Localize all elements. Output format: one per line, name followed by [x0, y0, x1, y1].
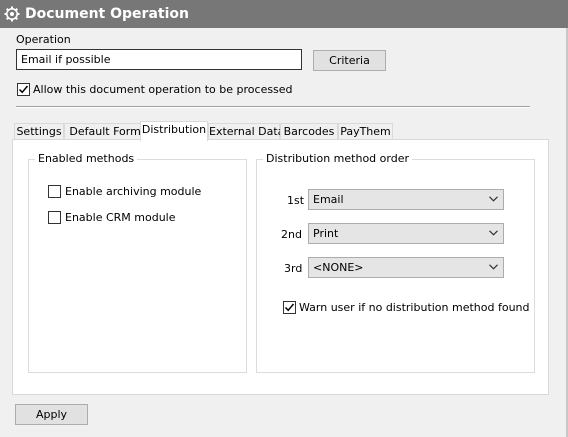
- archiving-checkbox[interactable]: [48, 185, 61, 198]
- method-3-value: <NONE>: [313, 261, 364, 274]
- enabled-methods-title: Enabled methods: [35, 152, 138, 166]
- title-bar: Document Operation: [0, 0, 568, 28]
- ordinal-1st: 1st: [287, 194, 305, 207]
- criteria-button[interactable]: Criteria: [313, 50, 386, 71]
- warn-user-checkbox[interactable]: [283, 301, 296, 314]
- allow-processing-checkbox[interactable]: [17, 83, 30, 96]
- method-1-value: Email: [313, 193, 344, 206]
- method-2-select[interactable]: Print: [308, 223, 504, 244]
- distribution-order-title: Distribution method order: [263, 152, 412, 166]
- chevron-down-icon: [489, 196, 498, 202]
- method-1-select[interactable]: Email: [308, 189, 504, 210]
- ordinal-3rd: 3rd: [284, 262, 303, 275]
- checkmark-icon: [284, 303, 295, 312]
- warn-user-label: Warn user if no distribution method foun…: [299, 301, 530, 314]
- chevron-down-icon: [489, 264, 498, 270]
- operation-field[interactable]: Email if possible: [16, 49, 302, 70]
- operation-label: Operation: [16, 33, 71, 46]
- tab-external-data[interactable]: External Data: [208, 123, 284, 140]
- enabled-methods-group: Enabled methods Enable archiving module …: [28, 152, 247, 373]
- checkmark-icon: [18, 85, 29, 94]
- gear-icon: [4, 6, 20, 22]
- ordinal-2nd: 2nd: [281, 228, 302, 241]
- window-title: Document Operation: [25, 6, 189, 22]
- archiving-label: Enable archiving module: [65, 185, 202, 198]
- tab-distribution[interactable]: Distribution: [140, 121, 208, 141]
- distribution-panel: Enabled methods Enable archiving module …: [12, 139, 549, 395]
- tab-paythem[interactable]: PayThem: [338, 123, 393, 140]
- apply-button[interactable]: Apply: [15, 404, 88, 425]
- tab-settings[interactable]: Settings: [14, 123, 64, 140]
- tab-barcodes[interactable]: Barcodes: [280, 123, 338, 140]
- crm-label: Enable CRM module: [65, 211, 176, 224]
- crm-checkbox[interactable]: [48, 211, 61, 224]
- method-3-select[interactable]: <NONE>: [308, 257, 504, 278]
- separator: [16, 106, 530, 108]
- chevron-down-icon: [489, 230, 498, 236]
- method-2-value: Print: [313, 227, 339, 240]
- allow-processing-label: Allow this document operation to be proc…: [33, 83, 293, 96]
- distribution-order-group: Distribution method order 1st Email 2nd …: [256, 152, 535, 373]
- tab-default-forms[interactable]: Default Forms: [64, 123, 152, 140]
